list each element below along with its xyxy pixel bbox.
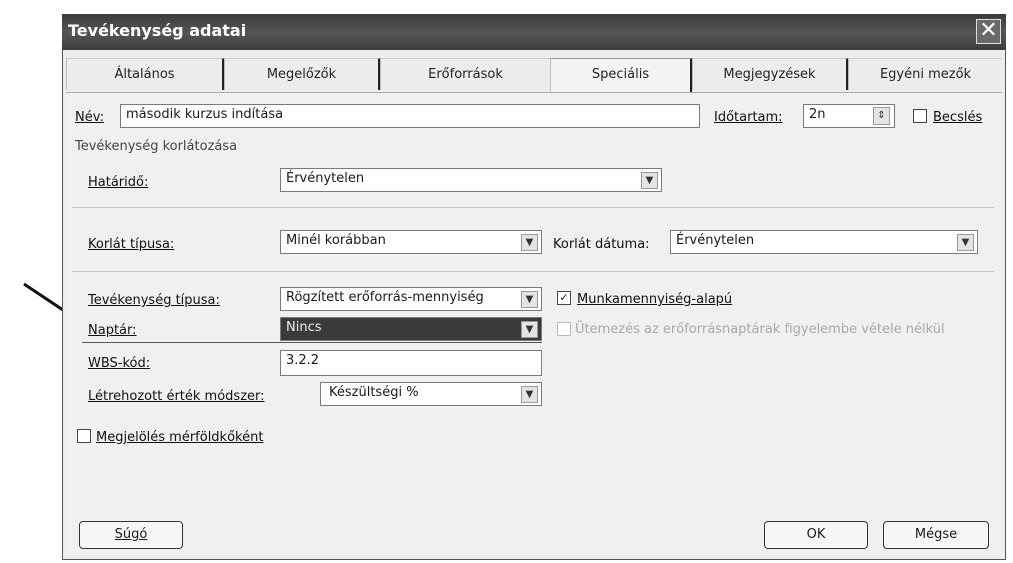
deadline-select[interactable]: Érvénytelen bbox=[280, 168, 662, 192]
duration-spinner[interactable]: ⇕ bbox=[873, 107, 890, 125]
help-button[interactable]: Súgó bbox=[79, 521, 183, 549]
dialog-title: Tevékenység adatai bbox=[68, 21, 247, 40]
spinner-icon: ⇕ bbox=[877, 110, 886, 121]
deadline-label: Határidő: bbox=[88, 175, 149, 190]
task-type-dropdown-button[interactable]: ▼ bbox=[521, 291, 538, 308]
calendar-select[interactable]: Nincs bbox=[280, 317, 542, 341]
constraint-type-select[interactable]: Minél korábban bbox=[280, 230, 542, 254]
tab-notes[interactable]: Megjegyzések bbox=[692, 58, 848, 90]
chevron-down-icon: ▼ bbox=[961, 237, 970, 248]
tab-resources[interactable]: Erőforrások bbox=[380, 58, 550, 90]
tab-strip: Általános Megelőzők Erőforrások Speciáli… bbox=[66, 58, 1002, 92]
ignore-resource-calendars-checkbox bbox=[557, 322, 571, 336]
name-label: Név: bbox=[75, 110, 105, 125]
wbs-input[interactable]: 3.2.2 bbox=[280, 350, 542, 376]
calendar-underline bbox=[82, 342, 542, 343]
close-button[interactable]: ✕ bbox=[976, 19, 1001, 44]
constraint-group-label: Tevékenység korlátozása bbox=[75, 139, 238, 154]
tab-advanced[interactable]: Speciális bbox=[550, 58, 692, 92]
close-icon: ✕ bbox=[979, 18, 998, 43]
tab-general[interactable]: Általános bbox=[66, 58, 224, 90]
chevron-down-icon: ▼ bbox=[525, 294, 534, 305]
checkmark-icon: ✓ bbox=[559, 291, 569, 304]
chevron-down-icon: ▼ bbox=[525, 389, 534, 400]
deadline-dropdown-button[interactable]: ▼ bbox=[641, 172, 658, 189]
chevron-down-icon: ▼ bbox=[525, 324, 534, 335]
calendar-dropdown-button[interactable]: ▼ bbox=[521, 321, 538, 338]
estimate-label: Becslés bbox=[933, 110, 983, 125]
earned-value-select[interactable]: Készültségi % bbox=[320, 382, 542, 406]
tab-custom-fields[interactable]: Egyéni mezők bbox=[848, 58, 1002, 90]
tab-predecessors[interactable]: Megelőzők bbox=[224, 58, 380, 90]
chevron-down-icon: ▼ bbox=[525, 237, 534, 248]
calendar-label: Naptár: bbox=[88, 323, 137, 338]
earned-value-dropdown-button[interactable]: ▼ bbox=[521, 386, 538, 403]
constraint-type-dropdown-button[interactable]: ▼ bbox=[521, 234, 538, 251]
constraint-date-select[interactable]: Érvénytelen bbox=[670, 230, 978, 254]
effort-driven-label: Munkamennyiség-alapú bbox=[577, 292, 733, 307]
wbs-label: WBS-kód: bbox=[88, 356, 151, 371]
constraint-date-dropdown-button[interactable]: ▼ bbox=[957, 234, 974, 251]
ok-button[interactable]: OK bbox=[764, 521, 868, 549]
constraint-type-label: Korlát típusa: bbox=[88, 237, 175, 252]
task-type-label: Tevékenység típusa: bbox=[88, 293, 220, 308]
milestone-checkbox[interactable] bbox=[77, 429, 91, 443]
divider bbox=[72, 207, 994, 208]
constraint-date-label: Korlát dátuma: bbox=[553, 237, 650, 252]
chevron-down-icon: ▼ bbox=[645, 175, 654, 186]
ignore-resource-calendars-label: Ütemezés az erőforrásnaptárak figyelembe… bbox=[575, 322, 945, 337]
name-input[interactable]: második kurzus indítása bbox=[120, 104, 700, 128]
effort-driven-checkbox[interactable]: ✓ bbox=[557, 291, 571, 305]
cancel-button[interactable]: Mégse bbox=[883, 521, 989, 549]
divider bbox=[72, 271, 994, 272]
duration-label: Időtartam: bbox=[714, 110, 783, 125]
estimate-checkbox[interactable] bbox=[913, 109, 927, 123]
earned-value-label: Létrehozott érték módszer: bbox=[88, 389, 265, 404]
task-type-select[interactable]: Rögzített erőforrás-mennyiség bbox=[280, 287, 542, 311]
milestone-label: Megjelölés mérföldkőként bbox=[96, 430, 264, 445]
